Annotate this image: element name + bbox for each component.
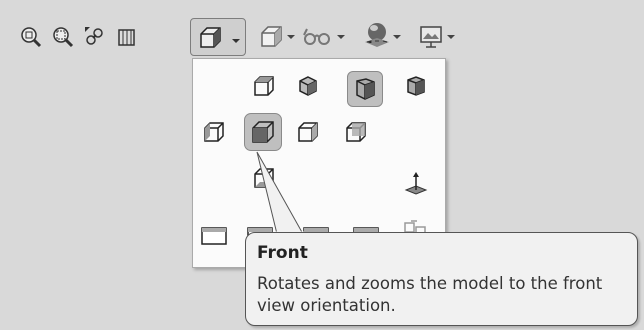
top-view-icon[interactable] — [249, 71, 279, 101]
trimetric-view-icon[interactable] — [347, 71, 383, 107]
front-view-icon[interactable] — [244, 113, 282, 151]
tooltip-pointer — [256, 151, 304, 235]
single-view-icon[interactable] — [199, 221, 229, 251]
tooltip-title: Front — [257, 243, 308, 263]
view-toolbar — [0, 0, 644, 56]
chevron-down-icon[interactable] — [336, 22, 346, 52]
right-view-icon[interactable] — [293, 117, 323, 147]
previous-view-icon[interactable] — [80, 22, 110, 52]
chevron-down-icon[interactable] — [392, 22, 402, 52]
left-view-icon[interactable] — [199, 117, 229, 147]
dimetric-view-icon[interactable] — [401, 71, 431, 101]
hide-show-items-icon[interactable] — [298, 22, 338, 52]
tooltip-body: Rotates and zooms the model to the front… — [257, 274, 603, 315]
zoom-to-area-icon[interactable] — [48, 22, 78, 52]
zoom-to-fit-icon[interactable] — [16, 22, 46, 52]
back-view-icon[interactable] — [341, 117, 371, 147]
display-style-icon[interactable] — [256, 22, 286, 52]
isometric-view-icon[interactable] — [293, 71, 323, 101]
view-orientation-icon — [197, 25, 223, 55]
normal-to-icon[interactable] — [401, 169, 431, 199]
edit-appearance-icon[interactable] — [362, 20, 392, 50]
view-orientation-button[interactable] — [190, 18, 246, 56]
section-view-icon[interactable] — [112, 22, 142, 52]
apply-scene-icon[interactable] — [416, 22, 446, 52]
chevron-down-icon[interactable] — [446, 22, 456, 52]
chevron-down-icon[interactable] — [286, 22, 296, 52]
tooltip: Front Rotates and zooms the model to the… — [245, 232, 638, 326]
chevron-down-icon — [231, 31, 241, 50]
